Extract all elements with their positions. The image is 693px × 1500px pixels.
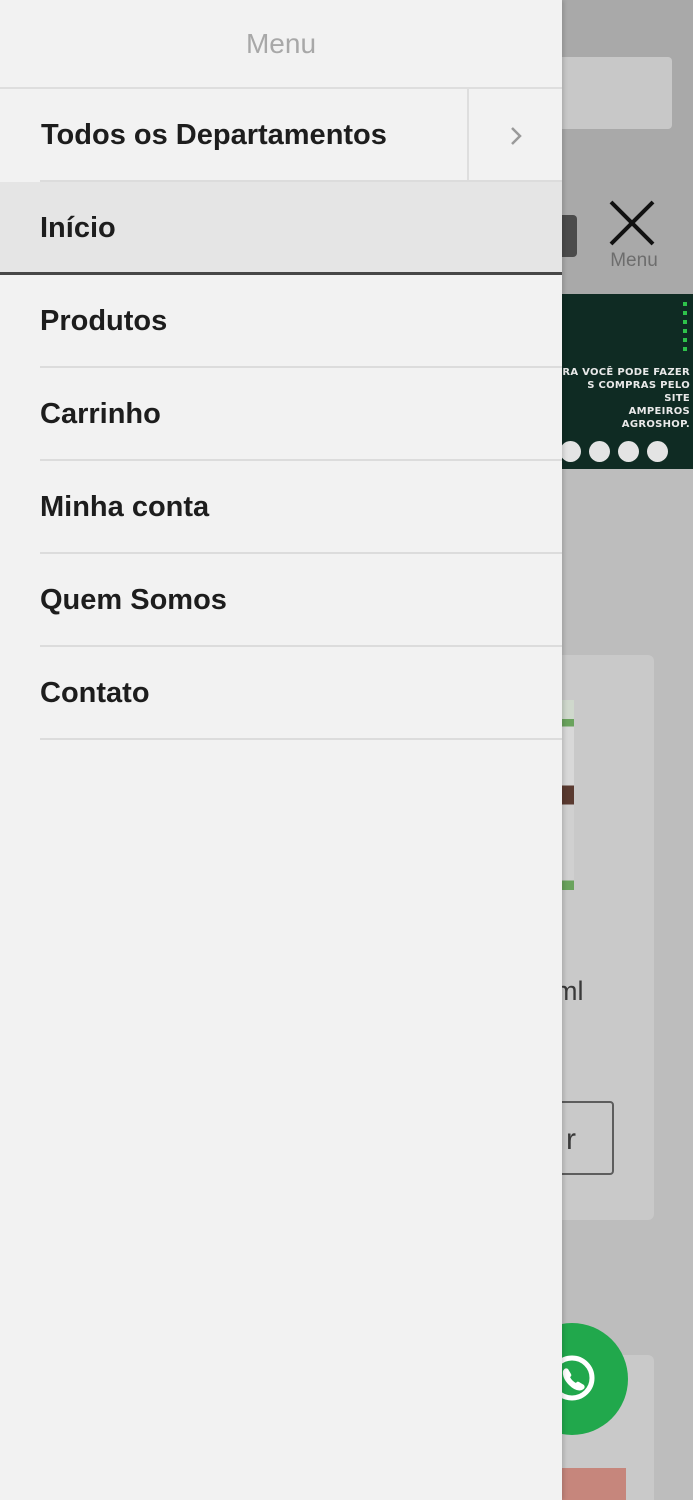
menu-item-label: Minha conta	[40, 491, 210, 523]
all-departments-item[interactable]: Todos os Departamentos	[0, 89, 562, 182]
chevron-right-icon	[510, 126, 522, 145]
banner-line: AMPEIROS AGROSHOP.	[621, 406, 690, 430]
close-icon	[609, 200, 655, 246]
menu-item-label: Quem Somos	[40, 584, 227, 616]
expand-departments-button[interactable]	[467, 89, 562, 182]
menu-item-carrinho[interactable]: Carrinho	[0, 368, 562, 461]
pagination-dot[interactable]	[618, 441, 639, 462]
menu-list: Início Produtos Carrinho Minha conta Que…	[0, 182, 562, 740]
menu-item-label: Contato	[40, 677, 150, 709]
menu-item-inicio[interactable]: Início	[0, 182, 562, 275]
menu-item-minha-conta[interactable]: Minha conta	[0, 461, 562, 554]
drawer-title: Menu	[0, 0, 562, 89]
close-menu-button[interactable]: Menu	[604, 198, 658, 274]
banner-pagination	[560, 441, 668, 462]
pagination-dot[interactable]	[647, 441, 668, 462]
product-image	[556, 1468, 626, 1500]
banner-line: S COMPRAS PELO SITE	[587, 380, 690, 404]
menu-item-label: Produtos	[40, 305, 168, 337]
navigation-drawer: Menu Todos os Departamentos Início Produ…	[0, 0, 562, 1500]
menu-item-produtos[interactable]: Produtos	[0, 275, 562, 368]
close-menu-label: Menu	[610, 250, 658, 271]
banner-text: RA VOCÊ PODE FAZER S COMPRAS PELO SITE A…	[562, 366, 690, 431]
promo-banner[interactable]: RA VOCÊ PODE FAZER S COMPRAS PELO SITE A…	[540, 294, 693, 469]
menu-item-label: Carrinho	[40, 398, 161, 430]
menu-item-contato[interactable]: Contato	[0, 647, 562, 740]
menu-item-quem-somos[interactable]: Quem Somos	[0, 554, 562, 647]
banner-decoration	[683, 302, 687, 354]
menu-item-label: Início	[40, 212, 116, 244]
pagination-dot[interactable]	[560, 441, 581, 462]
divider	[40, 738, 562, 740]
banner-line: RA VOCÊ PODE FAZER	[562, 367, 690, 378]
pagination-dot[interactable]	[589, 441, 610, 462]
